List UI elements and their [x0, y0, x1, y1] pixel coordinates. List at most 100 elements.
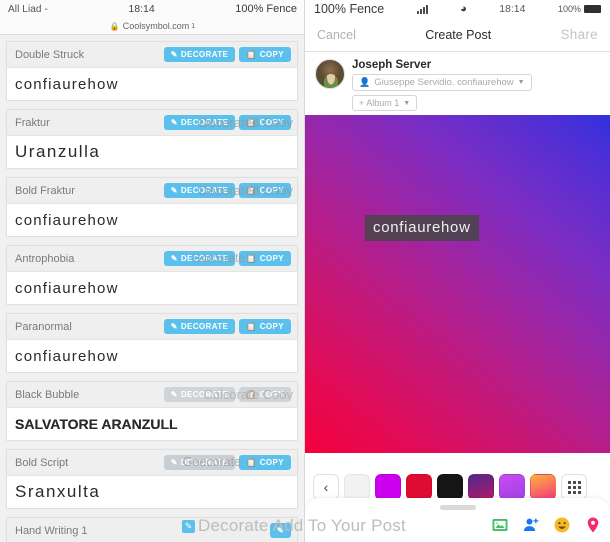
font-style-list: Double Struck ✎ DECORATE 📋 COPY confiaur…	[0, 35, 304, 542]
sample-text: confiaurehow	[15, 75, 119, 93]
copy-icon: 📋	[246, 186, 257, 195]
url-text: Coolsymbol.com	[122, 21, 190, 31]
row-header: Double Struck ✎ DECORATE 📋 COPY	[7, 42, 297, 68]
copy-icon: 📋	[246, 50, 257, 59]
decorate-label: DECORATE	[180, 118, 229, 127]
decorate-icon: ✎	[276, 526, 284, 535]
status-battery: 100%	[558, 4, 601, 14]
decorate-label: DECORATE	[180, 458, 229, 467]
decorate-button[interactable]: ✎	[269, 523, 291, 538]
status-battery: 100% Fence	[235, 3, 297, 15]
copy-label: COPY	[259, 118, 284, 127]
list-item[interactable]: Bold Script ✎ DECORATE 📋 COPY Goecorate	[6, 449, 298, 509]
chevron-down-icon: ▼	[517, 79, 525, 86]
list-item[interactable]: Hand Writing 1 ✎	[6, 517, 298, 542]
copy-icon: 📋	[246, 322, 257, 331]
copy-button[interactable]: 📋 COPY	[239, 387, 291, 402]
left-status-bar: All Liad - 18:14 100% Fence	[0, 0, 304, 18]
feeling-icon[interactable]	[553, 516, 571, 534]
row-header: Hand Writing 1 ✎	[7, 518, 297, 542]
share-button[interactable]: Share	[560, 27, 598, 42]
list-item[interactable]: Fraktur ✎ DECORATE 📋 COPY Decorated Coov	[6, 109, 298, 169]
copy-icon: 📋	[246, 458, 257, 467]
grid-dots	[567, 480, 581, 494]
decorate-button[interactable]: ✎ DECORATE	[163, 251, 236, 266]
row-sample[interactable]: confiaurehow	[7, 272, 297, 304]
list-item[interactable]: Bold Fraktur ✎ DECORATE 📋 COPY Decorated…	[6, 177, 298, 237]
post-photo-canvas[interactable]: confiaurehow	[305, 115, 610, 453]
right-panel-create-post: 100% Fence ◕ 18:14 100% Cancel Create Po…	[305, 0, 610, 542]
list-item[interactable]: Antrophobia ✎ DECORATE 📋 COPY Gotcorate	[6, 245, 298, 305]
row-header: Antrophobia ✎ DECORATE 📋 COPY Gotcorate	[7, 246, 297, 272]
carrier-label: All Liad -	[8, 3, 48, 15]
copy-button[interactable]: 📋 COPY	[239, 319, 291, 334]
swatch-purple-pink-gradient[interactable]	[468, 474, 494, 500]
row-header: Black Bubble ✎ DECORATE 📋 COPY Colcorate…	[7, 382, 297, 408]
swatch-black[interactable]	[437, 474, 463, 500]
audience-label: Giuseppe Servidio. confiaurehow	[374, 77, 514, 88]
sheet-drag-handle[interactable]	[439, 505, 476, 510]
row-header: Paranormal ✎ DECORATE 📋 COPY	[7, 314, 297, 340]
wifi-icon: ◕	[460, 3, 467, 15]
page-title: Create Post	[425, 27, 492, 42]
swatch-magenta[interactable]	[375, 474, 401, 500]
decorate-button[interactable]: ✎ DECORATE	[163, 455, 236, 470]
copy-button[interactable]: 📋 COPY	[239, 455, 291, 470]
album-label: + Album 1	[359, 98, 400, 108]
sample-text: Uranzulla	[15, 142, 101, 161]
row-sample[interactable]: Uranzulla	[7, 136, 297, 168]
row-sample[interactable]: confiaurehow	[7, 68, 297, 100]
cancel-button[interactable]: Cancel	[317, 28, 356, 42]
row-sample[interactable]: confiaurehow	[7, 340, 297, 372]
row-header: Bold Script ✎ DECORATE 📋 COPY Goecorate	[7, 450, 297, 476]
style-name: Bold Fraktur	[15, 184, 75, 197]
row-actions: ✎ DECORATE 📋 COPY	[163, 115, 291, 130]
audience-selector[interactable]: 👤 Giuseppe Servidio. confiaurehow ▼	[352, 74, 532, 91]
copy-button[interactable]: 📋 COPY	[239, 47, 291, 62]
status-time: 18:14	[128, 3, 155, 15]
style-name: Black Bubble	[15, 388, 80, 401]
tag-person-icon[interactable]	[522, 516, 540, 534]
decorate-label: DECORATE	[180, 390, 229, 399]
decorate-button[interactable]: ✎ DECORATE	[163, 387, 236, 402]
row-sample[interactable]: Sranxulta	[7, 476, 297, 508]
avatar[interactable]	[315, 59, 345, 89]
copy-label: COPY	[259, 322, 284, 331]
decorate-button[interactable]: ✎ DECORATE	[163, 183, 236, 198]
copy-button[interactable]: 📋 COPY	[239, 115, 291, 130]
list-item[interactable]: Black Bubble ✎ DECORATE 📋 COPY Colcorate…	[6, 381, 298, 441]
grid-icon[interactable]	[561, 474, 587, 500]
composer-meta: Joseph Server 👤 Giuseppe Servidio. confi…	[352, 59, 600, 111]
style-name: Fraktur	[15, 116, 50, 129]
copy-label: COPY	[259, 390, 284, 399]
swatch-violet-gradient[interactable]	[499, 474, 525, 500]
list-item[interactable]: Double Struck ✎ DECORATE 📋 COPY confiaur…	[6, 41, 298, 101]
swatch-white[interactable]	[344, 474, 370, 500]
sample-text: Sranxulta	[15, 482, 101, 501]
row-actions: ✎ DECORATE 📋 COPY	[163, 455, 291, 470]
composer-header: Joseph Server 👤 Giuseppe Servidio. confi…	[305, 52, 610, 115]
decorate-icon: ✎	[170, 458, 178, 467]
status-time: 18:14	[499, 3, 526, 15]
copy-button[interactable]: 📋 COPY	[239, 183, 291, 198]
list-item[interactable]: Paranormal ✎ DECORATE 📋 COPY confiaureho…	[6, 313, 298, 373]
decorate-button[interactable]: ✎ DECORATE	[163, 47, 236, 62]
palette-back-button[interactable]: ‹	[313, 474, 339, 500]
location-icon[interactable]	[584, 516, 602, 534]
album-selector[interactable]: + Album 1 ▼	[352, 95, 418, 111]
row-actions: ✎ DECORATE 📋 COPY	[163, 319, 291, 334]
person-icon: 👤	[359, 77, 371, 87]
browser-url-bar[interactable]: 🔒 Coolsymbol.com 1	[0, 18, 304, 35]
row-sample[interactable]: confiaurehow	[7, 204, 297, 236]
sample-text: SALVATORE ARANZULL	[15, 416, 178, 432]
copy-button[interactable]: 📋 COPY	[239, 251, 291, 266]
copy-label: COPY	[259, 50, 284, 59]
sample-text: confiaurehow	[15, 347, 119, 365]
decorate-button[interactable]: ✎ DECORATE	[163, 115, 236, 130]
photo-overlay-text[interactable]: confiaurehow	[365, 215, 479, 241]
swatch-orange-pink-gradient[interactable]	[530, 474, 556, 500]
decorate-button[interactable]: ✎ DECORATE	[163, 319, 236, 334]
photo-icon[interactable]	[491, 516, 509, 534]
row-sample[interactable]: SALVATORE ARANZULL	[7, 408, 297, 440]
swatch-crimson[interactable]	[406, 474, 432, 500]
